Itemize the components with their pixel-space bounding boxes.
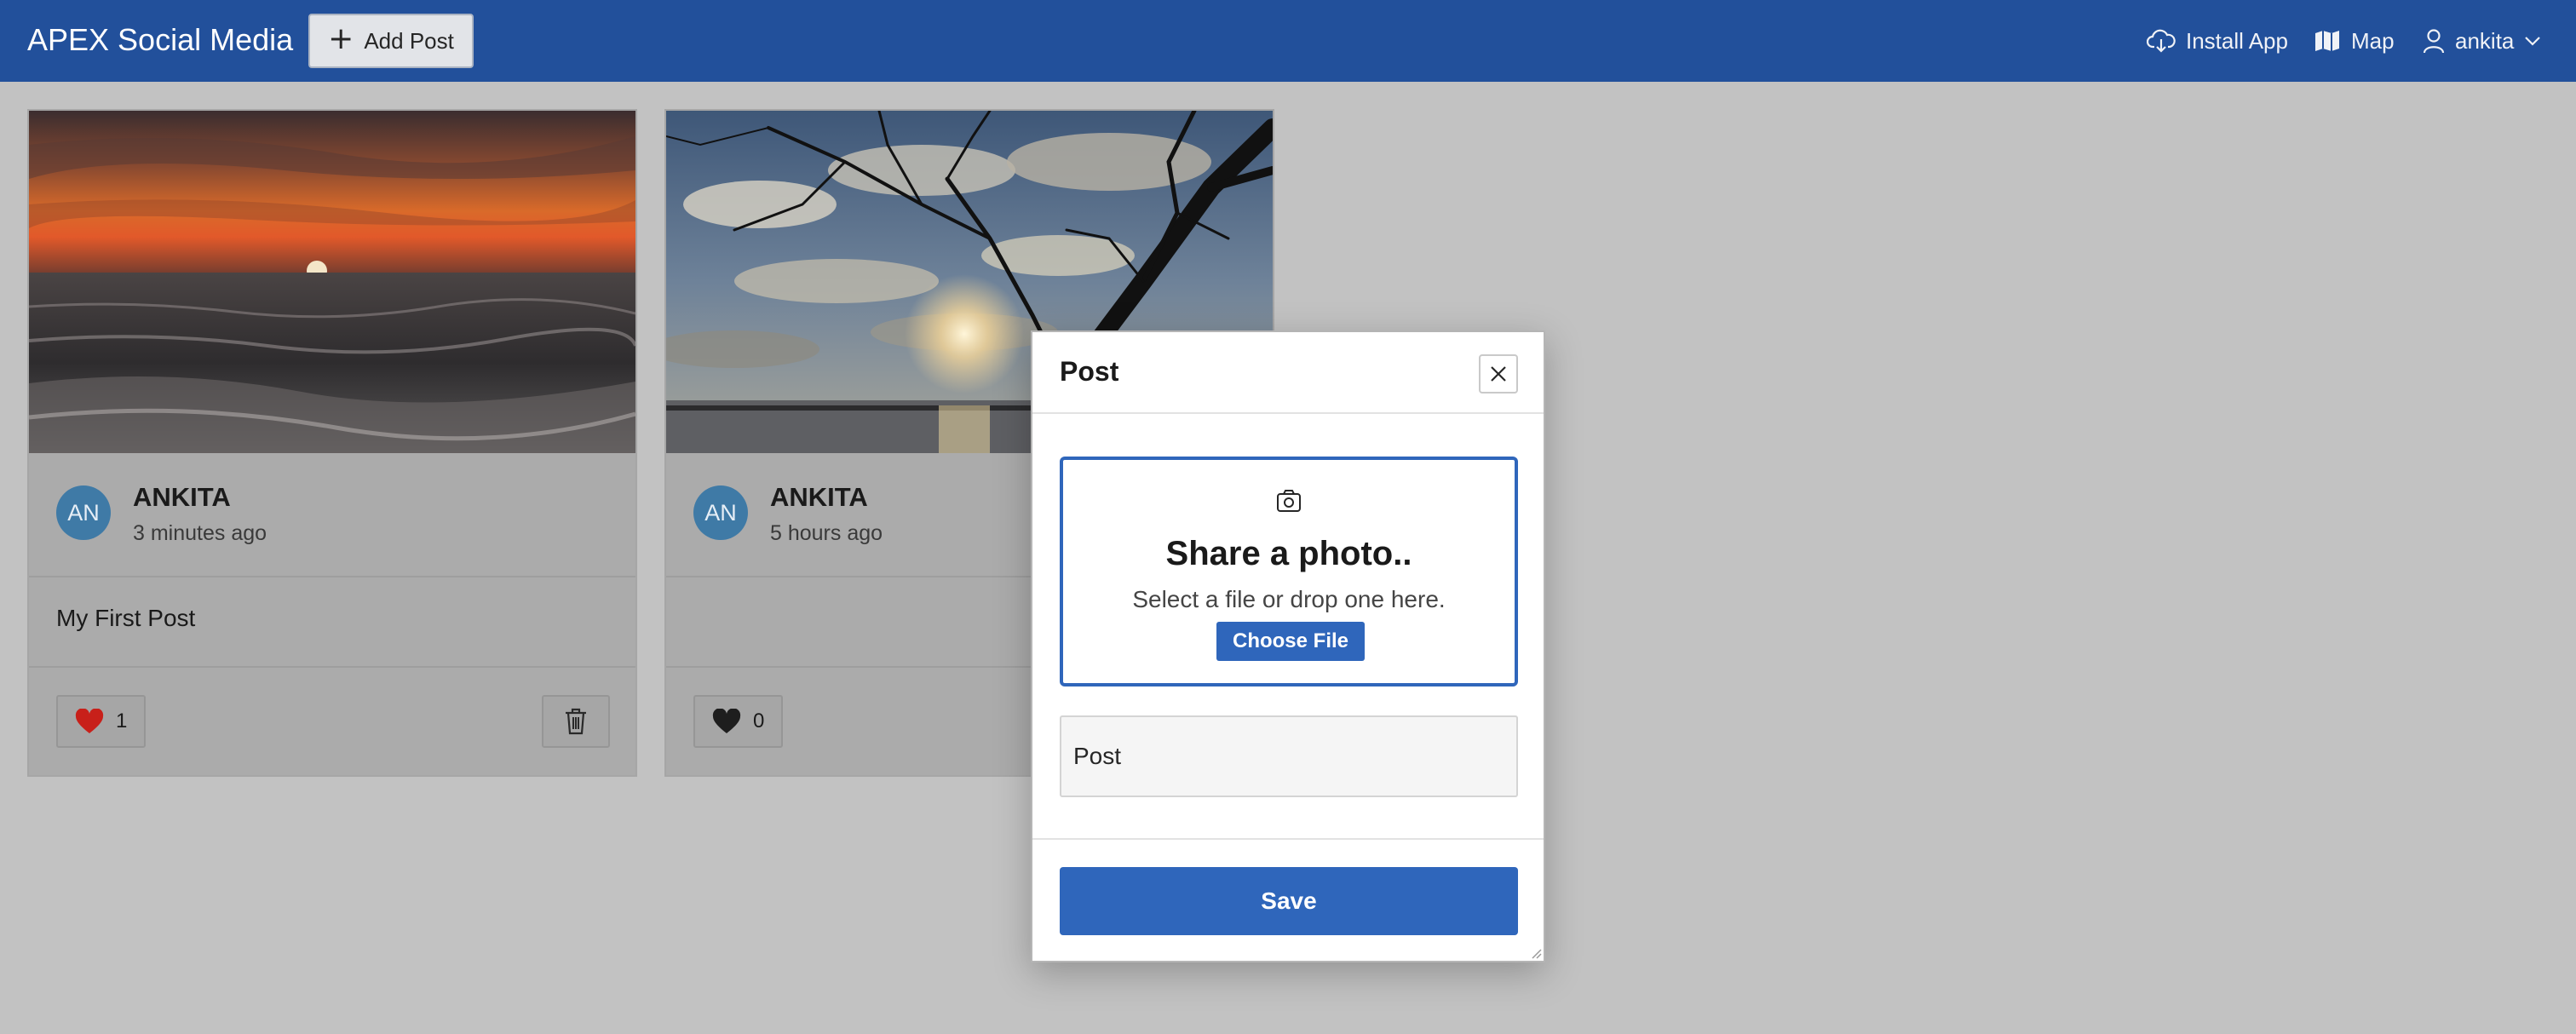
like-button[interactable]: 1: [56, 695, 147, 748]
post-image[interactable]: [29, 111, 635, 453]
like-count: 0: [753, 709, 765, 732]
map-icon: [2315, 31, 2339, 51]
post-dialog: Post Share a photo.. Select a file or dr…: [1031, 330, 1545, 962]
install-app-link[interactable]: Install App: [2147, 22, 2288, 60]
map-label: Map: [2351, 27, 2395, 54]
resize-handle-icon[interactable]: [1530, 947, 1542, 959]
delete-post-button[interactable]: [542, 695, 610, 748]
add-post-label: Add Post: [364, 27, 454, 54]
save-button[interactable]: Save: [1060, 867, 1518, 935]
install-app-label: Install App: [2186, 27, 2288, 54]
post-text: My First Post: [56, 605, 196, 631]
post-author: ANKITA: [133, 482, 231, 512]
dropzone-title: Share a photo..: [1165, 535, 1412, 572]
sunset-over-sea-photo: [29, 111, 635, 453]
heart-icon: [75, 709, 104, 733]
post-timestamp: 3 minutes ago: [133, 521, 267, 545]
divider: [29, 666, 635, 668]
photo-dropzone[interactable]: Share a photo.. Select a file or drop on…: [1060, 457, 1518, 686]
post-timestamp: 5 hours ago: [770, 521, 883, 545]
post-author: ANKITA: [770, 482, 868, 512]
chevron-down-icon: [2525, 37, 2541, 46]
post-text-field[interactable]: [1060, 715, 1518, 797]
close-button[interactable]: [1479, 354, 1518, 393]
post-card: AN ANKITA 3 minutes ago My First Post 1: [27, 109, 637, 777]
user-menu[interactable]: ankita: [2423, 22, 2541, 60]
close-icon: [1491, 366, 1506, 382]
post-header: AN ANKITA 3 minutes ago: [29, 453, 635, 577]
user-icon: [2423, 29, 2445, 54]
avatar: AN: [693, 485, 748, 540]
add-post-button[interactable]: + Add Post: [308, 14, 474, 68]
plus-icon: +: [328, 21, 354, 56]
dialog-title: Post: [1060, 356, 1119, 387]
dialog-header: Post: [1032, 332, 1544, 414]
camera-icon: [1277, 490, 1301, 512]
avatar: AN: [56, 485, 111, 540]
heart-icon: [712, 709, 741, 733]
app-title[interactable]: APEX Social Media: [27, 19, 293, 61]
trash-icon: [566, 708, 586, 735]
choose-file-button[interactable]: Choose File: [1216, 622, 1365, 661]
dropzone-subtitle: Select a file or drop one here.: [1132, 586, 1446, 612]
like-button[interactable]: 0: [693, 695, 784, 748]
divider: [1032, 838, 1544, 840]
top-navigation-bar: APEX Social Media + Add Post Install App…: [0, 0, 2576, 82]
user-name: ankita: [2455, 27, 2515, 54]
like-count: 1: [116, 709, 128, 732]
cloud-download-icon: [2147, 29, 2176, 53]
map-link[interactable]: Map: [2314, 22, 2395, 60]
